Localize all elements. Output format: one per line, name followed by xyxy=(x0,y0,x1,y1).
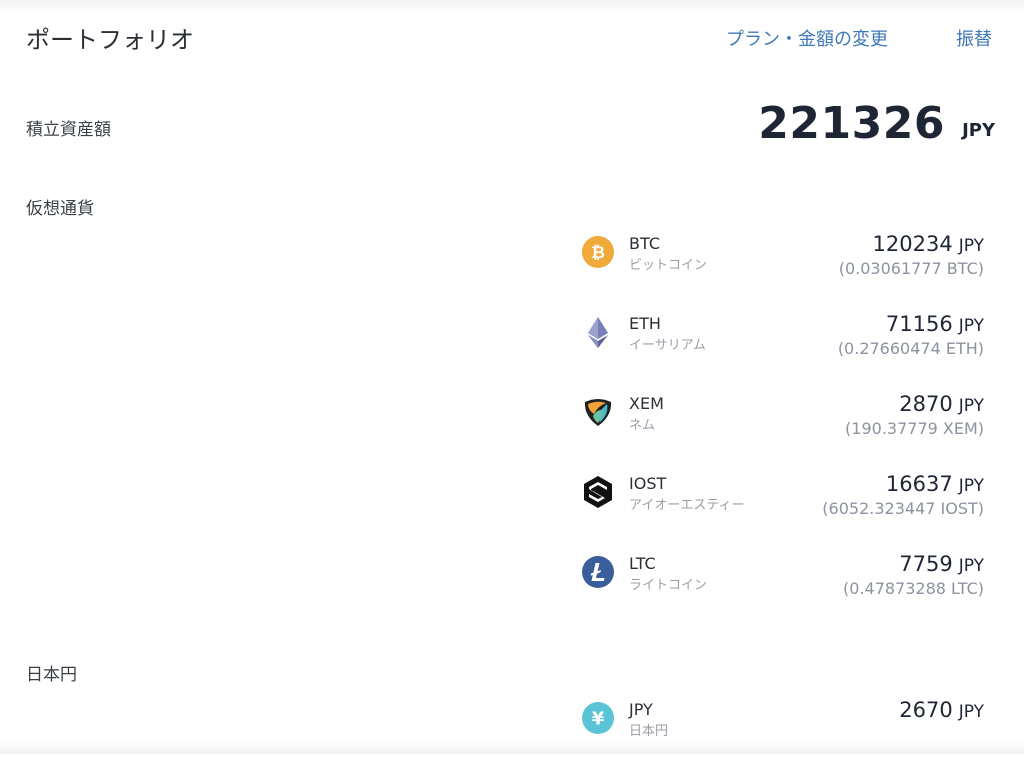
total-assets-value: 221326 xyxy=(758,98,945,149)
asset-row-xem[interactable]: XEM ネム 2870 JPY (190.37779 XEM) xyxy=(570,392,990,452)
page-title: ポートフォリオ xyxy=(26,26,194,54)
asset-amount-value: 2670 xyxy=(899,698,953,722)
asset-name: アイオーエスティー xyxy=(629,498,745,513)
asset-row-btc[interactable]: ₿ BTC ビットコイン 120234 JPY (0.03061777 BTC) xyxy=(570,232,990,292)
asset-amount-value: 120234 xyxy=(872,232,953,256)
asset-code: JPY xyxy=(629,700,653,719)
asset-code: XEM xyxy=(629,394,664,413)
total-assets-unit: JPY xyxy=(962,120,995,141)
asset-amount: 7759 JPY xyxy=(899,552,984,576)
asset-amount: 120234 JPY xyxy=(873,232,984,256)
asset-amount: 71156 JPY xyxy=(886,312,984,336)
fiat-section-label: 日本円 xyxy=(26,665,77,685)
asset-code: BTC xyxy=(629,234,660,253)
asset-name: イーサリアム xyxy=(629,338,706,353)
crypto-section-label: 仮想通貨 xyxy=(26,199,94,219)
asset-amount-unit: JPY xyxy=(958,396,984,416)
asset-quantity: (0.03061777 BTC) xyxy=(838,259,984,278)
transfer-link[interactable]: 振替 xyxy=(956,25,992,51)
asset-code: ETH xyxy=(629,314,661,333)
svg-text:₿: ₿ xyxy=(591,243,605,263)
asset-amount: 16637 JPY xyxy=(886,472,984,496)
nem-icon xyxy=(584,399,612,426)
asset-quantity: (190.37779 XEM) xyxy=(845,419,984,438)
asset-row-iost[interactable]: IOST アイオーエスティー 16637 JPY (6052.323447 IOS… xyxy=(570,472,990,532)
asset-name: 日本円 xyxy=(629,724,669,739)
asset-quantity: (0.27660474 ETH) xyxy=(837,339,984,358)
total-assets-label: 積立資産額 xyxy=(26,120,111,140)
asset-amount-value: 71156 xyxy=(885,312,953,336)
asset-quantity: (6052.323447 IOST) xyxy=(822,499,984,518)
asset-amount-unit: JPY xyxy=(958,556,984,576)
asset-name: ライトコイン xyxy=(629,578,708,593)
header-bar: ポートフォリオ プラン・金額の変更 振替 xyxy=(0,0,1024,80)
svg-text:¥: ¥ xyxy=(592,709,605,730)
bitcoin-icon: ₿ xyxy=(582,236,614,268)
asset-amount-value: 7759 xyxy=(899,552,953,576)
plan-change-link[interactable]: プラン・金額の変更 xyxy=(726,25,888,51)
asset-amount-unit: JPY xyxy=(958,476,984,496)
litecoin-icon xyxy=(582,556,614,588)
ethereum-icon xyxy=(588,317,608,348)
asset-row-ltc[interactable]: LTC ライトコイン 7759 JPY (0.47873288 LTC) xyxy=(570,552,990,612)
asset-name: ネム xyxy=(629,418,656,433)
iost-icon xyxy=(584,476,612,508)
asset-amount-unit: JPY xyxy=(958,702,984,722)
asset-row-eth[interactable]: ETH イーサリアム 71156 JPY (0.27660474 ETH) xyxy=(570,312,990,372)
bottom-fade xyxy=(0,740,1024,754)
asset-quantity: (0.47873288 LTC) xyxy=(843,579,984,598)
asset-code: LTC xyxy=(629,554,656,573)
asset-code: IOST xyxy=(629,474,667,493)
yen-icon: ¥ xyxy=(582,702,614,734)
asset-amount-unit: JPY xyxy=(958,236,984,256)
asset-amount-unit: JPY xyxy=(958,316,984,336)
asset-amount-value: 16637 xyxy=(885,472,953,496)
asset-amount: 2870 JPY xyxy=(899,392,984,416)
asset-name: ビットコイン xyxy=(629,258,708,273)
asset-amount-value: 2870 xyxy=(899,392,953,416)
asset-amount: 2670 JPY xyxy=(899,698,984,722)
